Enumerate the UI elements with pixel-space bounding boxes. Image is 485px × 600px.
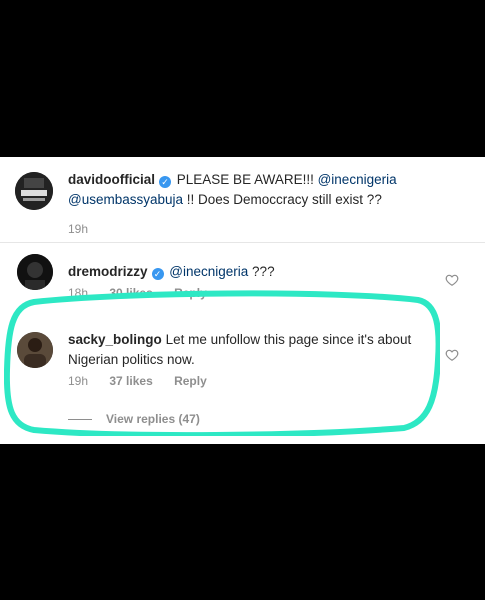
- mention-inecnigeria[interactable]: @inecnigeria: [169, 264, 248, 279]
- comment-meta-1: 19h: [68, 222, 106, 236]
- heart-icon[interactable]: [445, 348, 459, 362]
- verified-badge-icon: ✓: [159, 176, 172, 188]
- comment-body: ???: [248, 264, 275, 279]
- comment-text-1: davidoofficial ✓ PLEASE BE AWARE!!! @inec…: [68, 170, 441, 210]
- username-dremodrizzy[interactable]: dremodrizzy: [68, 264, 148, 279]
- comment-body-suffix: !! Does Democcracy still exist ??: [183, 192, 382, 207]
- avatar-davidoofficial[interactable]: [15, 172, 53, 210]
- username-davidoofficial[interactable]: davidoofficial: [68, 172, 155, 187]
- mention-usembassyabuja[interactable]: @usembassyabuja: [68, 192, 183, 207]
- verified-badge-icon: ✓: [151, 268, 164, 280]
- mention-inecnigeria[interactable]: @inecnigeria: [318, 172, 397, 187]
- avatar-dremodrizzy[interactable]: [17, 254, 53, 290]
- highlight-circle: [4, 290, 440, 436]
- heart-icon[interactable]: [445, 273, 459, 287]
- divider: [0, 242, 485, 243]
- comment-time: 19h: [68, 222, 89, 236]
- comment-text-2: dremodrizzy ✓ @inecnigeria ???: [68, 262, 441, 282]
- comment-body: PLEASE BE AWARE!!!: [176, 172, 318, 187]
